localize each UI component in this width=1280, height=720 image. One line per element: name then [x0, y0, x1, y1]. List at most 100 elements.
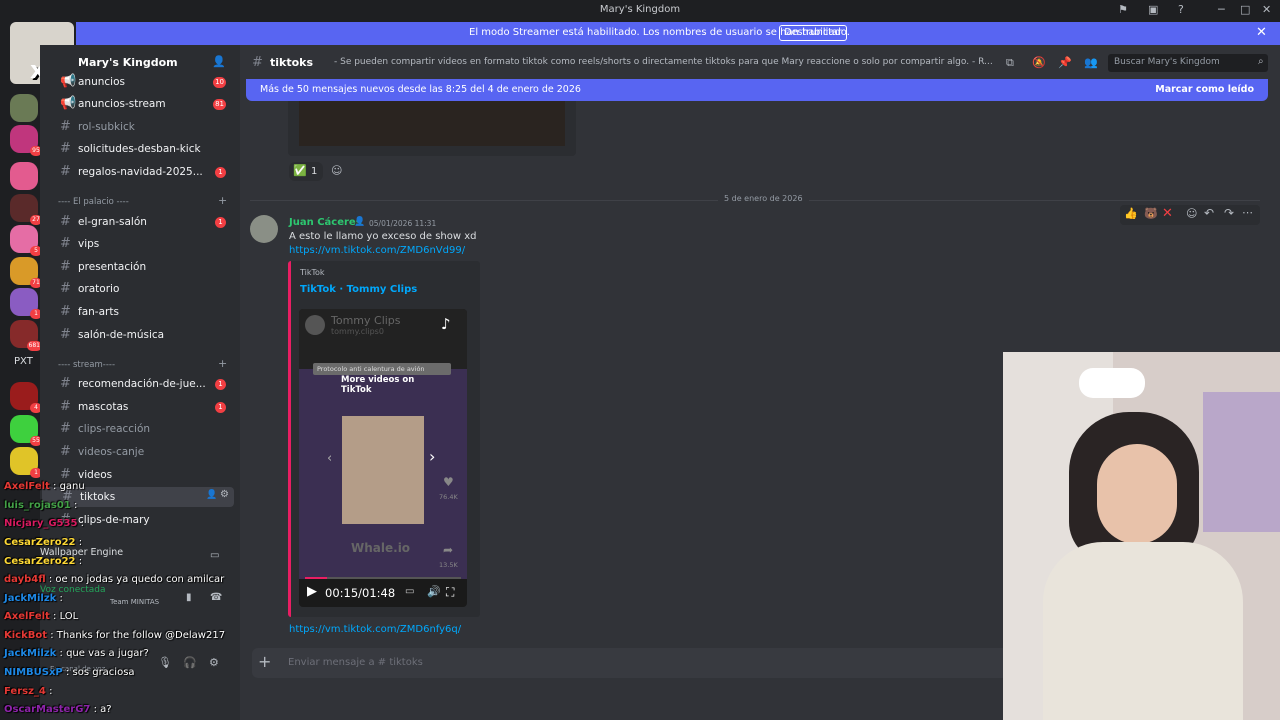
channel-anuncios-stream[interactable]: 📢 anuncios-stream 81 — [40, 94, 236, 114]
channel-mascotas[interactable]: # mascotas 1 — [40, 397, 236, 417]
more-icon[interactable]: ⋯ — [1242, 206, 1253, 219]
more-videos-label: More videos on TikTok — [341, 375, 415, 395]
like-icon: ♥ — [443, 475, 454, 489]
channel-oratorio[interactable]: # oratorio — [40, 279, 236, 299]
add-reaction-icon[interactable]: ☺ — [1186, 207, 1197, 220]
server-pxt-label[interactable]: PXT — [14, 356, 33, 367]
close-icon[interactable]: ✕ — [1256, 25, 1267, 40]
fullscreen-icon[interactable]: ⛶ — [446, 585, 454, 600]
guild-header[interactable]: Mary's Kingdom 👤 — [40, 52, 240, 72]
add-channel-icon[interactable]: + — [218, 357, 227, 370]
chat-username: KickBot — [4, 630, 48, 641]
avatar — [305, 315, 325, 335]
members-icon[interactable]: 👥 — [1084, 56, 1098, 69]
new-messages-bar[interactable]: Más de 50 mensajes nuevos desde las 8:25… — [246, 79, 1268, 101]
category-stream[interactable]: ---- stream---- — [58, 360, 115, 370]
search-input[interactable]: Buscar Mary's Kingdom — [1108, 54, 1268, 72]
search-icon[interactable]: ⌕ — [1258, 56, 1264, 67]
server-icon[interactable]: 4 — [10, 382, 42, 413]
channel-fan-arts[interactable]: # fan-arts — [40, 302, 236, 322]
message-timestamp: 05/01/2026 11:31 — [369, 219, 437, 228]
server-icon[interactable]: 681 — [10, 320, 42, 351]
screen-icon[interactable]: ▣ — [1148, 3, 1158, 16]
close-window-icon[interactable]: ✕ — [1262, 3, 1271, 16]
threads-icon[interactable]: ⧉ — [1006, 56, 1014, 70]
forward-icon[interactable]: ↷ — [1224, 206, 1234, 220]
chat-text: : LOL — [53, 611, 79, 622]
hash-icon: # — [60, 164, 71, 179]
mark-as-read-button[interactable]: Marcar como leído — [1155, 84, 1254, 95]
server-icon[interactable] — [10, 94, 38, 122]
add-channel-icon[interactable]: + — [218, 194, 227, 207]
chevron-left-icon[interactable]: ‹ — [327, 451, 332, 466]
disable-streamer-button[interactable]: Deshabilitar — [779, 25, 847, 41]
server-icon[interactable]: 5 — [10, 225, 42, 256]
maximize-icon[interactable]: □ — [1240, 3, 1250, 16]
server-icon[interactable] — [10, 162, 38, 190]
captions-icon[interactable]: ▭ — [405, 586, 414, 597]
message-link[interactable]: https://vm.tiktok.com/ZMD6nVd99/ — [289, 245, 465, 256]
message-input[interactable]: Enviar mensaje a # tiktoks — [288, 657, 423, 668]
pin-icon[interactable]: 📌 — [1058, 56, 1072, 69]
video-progress-track[interactable] — [305, 577, 461, 579]
channel-vips[interactable]: # vips — [40, 234, 236, 254]
share-count: 13.5K — [439, 561, 458, 569]
chat-username: CesarZero22 — [4, 537, 76, 548]
reaction-pill[interactable]: ✅ 1 — [289, 162, 323, 181]
channel-regalos-navidad[interactable]: # regalos-navidad-2025... 1 — [40, 162, 236, 182]
mention-badge: 1 — [215, 167, 226, 178]
channel-videos-canje[interactable]: # videos-canje — [40, 442, 236, 462]
chat-username: OscarMasterG7 — [4, 704, 91, 715]
add-attachment-icon[interactable]: + — [258, 652, 271, 671]
chat-username: luis_rojas01 — [4, 500, 71, 511]
message-composer[interactable]: + Enviar mensaje a # tiktoks — [252, 648, 1008, 678]
add-member-icon[interactable]: 👤 — [212, 55, 226, 68]
hash-icon: # — [60, 259, 71, 274]
message-author[interactable]: Juan Cáceres — [289, 217, 362, 228]
channel-anuncios[interactable]: 📢 anuncios 10 — [40, 72, 236, 92]
minimize-icon[interactable]: ─ — [1218, 3, 1225, 16]
chevron-right-icon[interactable]: › — [429, 447, 435, 466]
video-thumbnail[interactable] — [342, 416, 424, 524]
server-icon[interactable]: 71 — [10, 257, 42, 288]
volume-icon[interactable]: 🔊 — [427, 585, 441, 598]
channel-el-gran-salon[interactable]: # el-gran-salón 1 — [40, 212, 236, 232]
chat-username: dayb4fl — [4, 574, 46, 585]
help-icon[interactable]: ? — [1178, 3, 1184, 16]
chat-line: dayb4fl : oe no jodas ya quedo con amilc… — [4, 574, 224, 585]
embed-provider[interactable]: TikTok — [300, 268, 325, 277]
mute-bell-icon[interactable]: 🔕 — [1032, 56, 1046, 69]
add-reaction-icon[interactable]: ☺ — [331, 164, 342, 177]
guild-name[interactable]: Mary's Kingdom — [78, 56, 178, 69]
embed-title[interactable]: TikTok · Tommy Clips — [300, 284, 417, 295]
server-icon[interactable]: 95 — [10, 125, 42, 156]
channel-header: # tiktoks - Se pueden compartir videos e… — [240, 52, 1280, 74]
server-icon[interactable]: 1 — [10, 447, 42, 478]
play-icon[interactable]: ▶ — [307, 584, 317, 599]
channel-clips-reaccion[interactable]: # clips-reacción — [40, 419, 236, 439]
message-link[interactable]: https://vm.tiktok.com/ZMD6nfy6q/ — [289, 624, 461, 635]
channel-recomendacion[interactable]: # recomendación-de-jue... 1 — [40, 374, 236, 394]
inbox-icon[interactable]: ⚑ — [1118, 3, 1128, 16]
channel-topic[interactable]: - Se pueden compartir videos en formato … — [334, 57, 994, 67]
avatar[interactable] — [250, 215, 278, 243]
server-icon[interactable]: 55 — [10, 415, 42, 446]
chat-text: : — [78, 537, 83, 548]
channel-rol-subkick[interactable]: # rol-subkick — [40, 117, 236, 137]
chat-text: : que vas a jugar? — [59, 648, 149, 659]
x-react-icon[interactable]: ✕ — [1162, 206, 1173, 221]
video-player[interactable]: Tommy Clips tommy.clips0 ♪ Protocolo ant… — [299, 309, 467, 607]
emoji-icon[interactable]: 🐻 — [1144, 207, 1158, 220]
channel-salon-de-musica[interactable]: # salón-de-música — [40, 325, 236, 345]
reply-icon[interactable]: ↶ — [1204, 206, 1214, 220]
server-icon[interactable]: 27 — [10, 194, 42, 225]
mention-badge: 1 — [215, 379, 226, 390]
channel-presentacion[interactable]: # presentación — [40, 257, 236, 277]
webcam-chair — [1203, 392, 1280, 532]
chat-line: Nicjary_G535 : — [4, 518, 84, 529]
thumbs-up-icon[interactable]: 👍 — [1124, 207, 1138, 220]
server-icon[interactable]: 1 — [10, 288, 42, 319]
channel-solicitudes-desban-kick[interactable]: # solicitudes-desban-kick — [40, 139, 236, 159]
previous-video-thumbnail[interactable] — [299, 101, 565, 146]
category-palacio[interactable]: ---- El palacio ---- — [58, 197, 129, 207]
